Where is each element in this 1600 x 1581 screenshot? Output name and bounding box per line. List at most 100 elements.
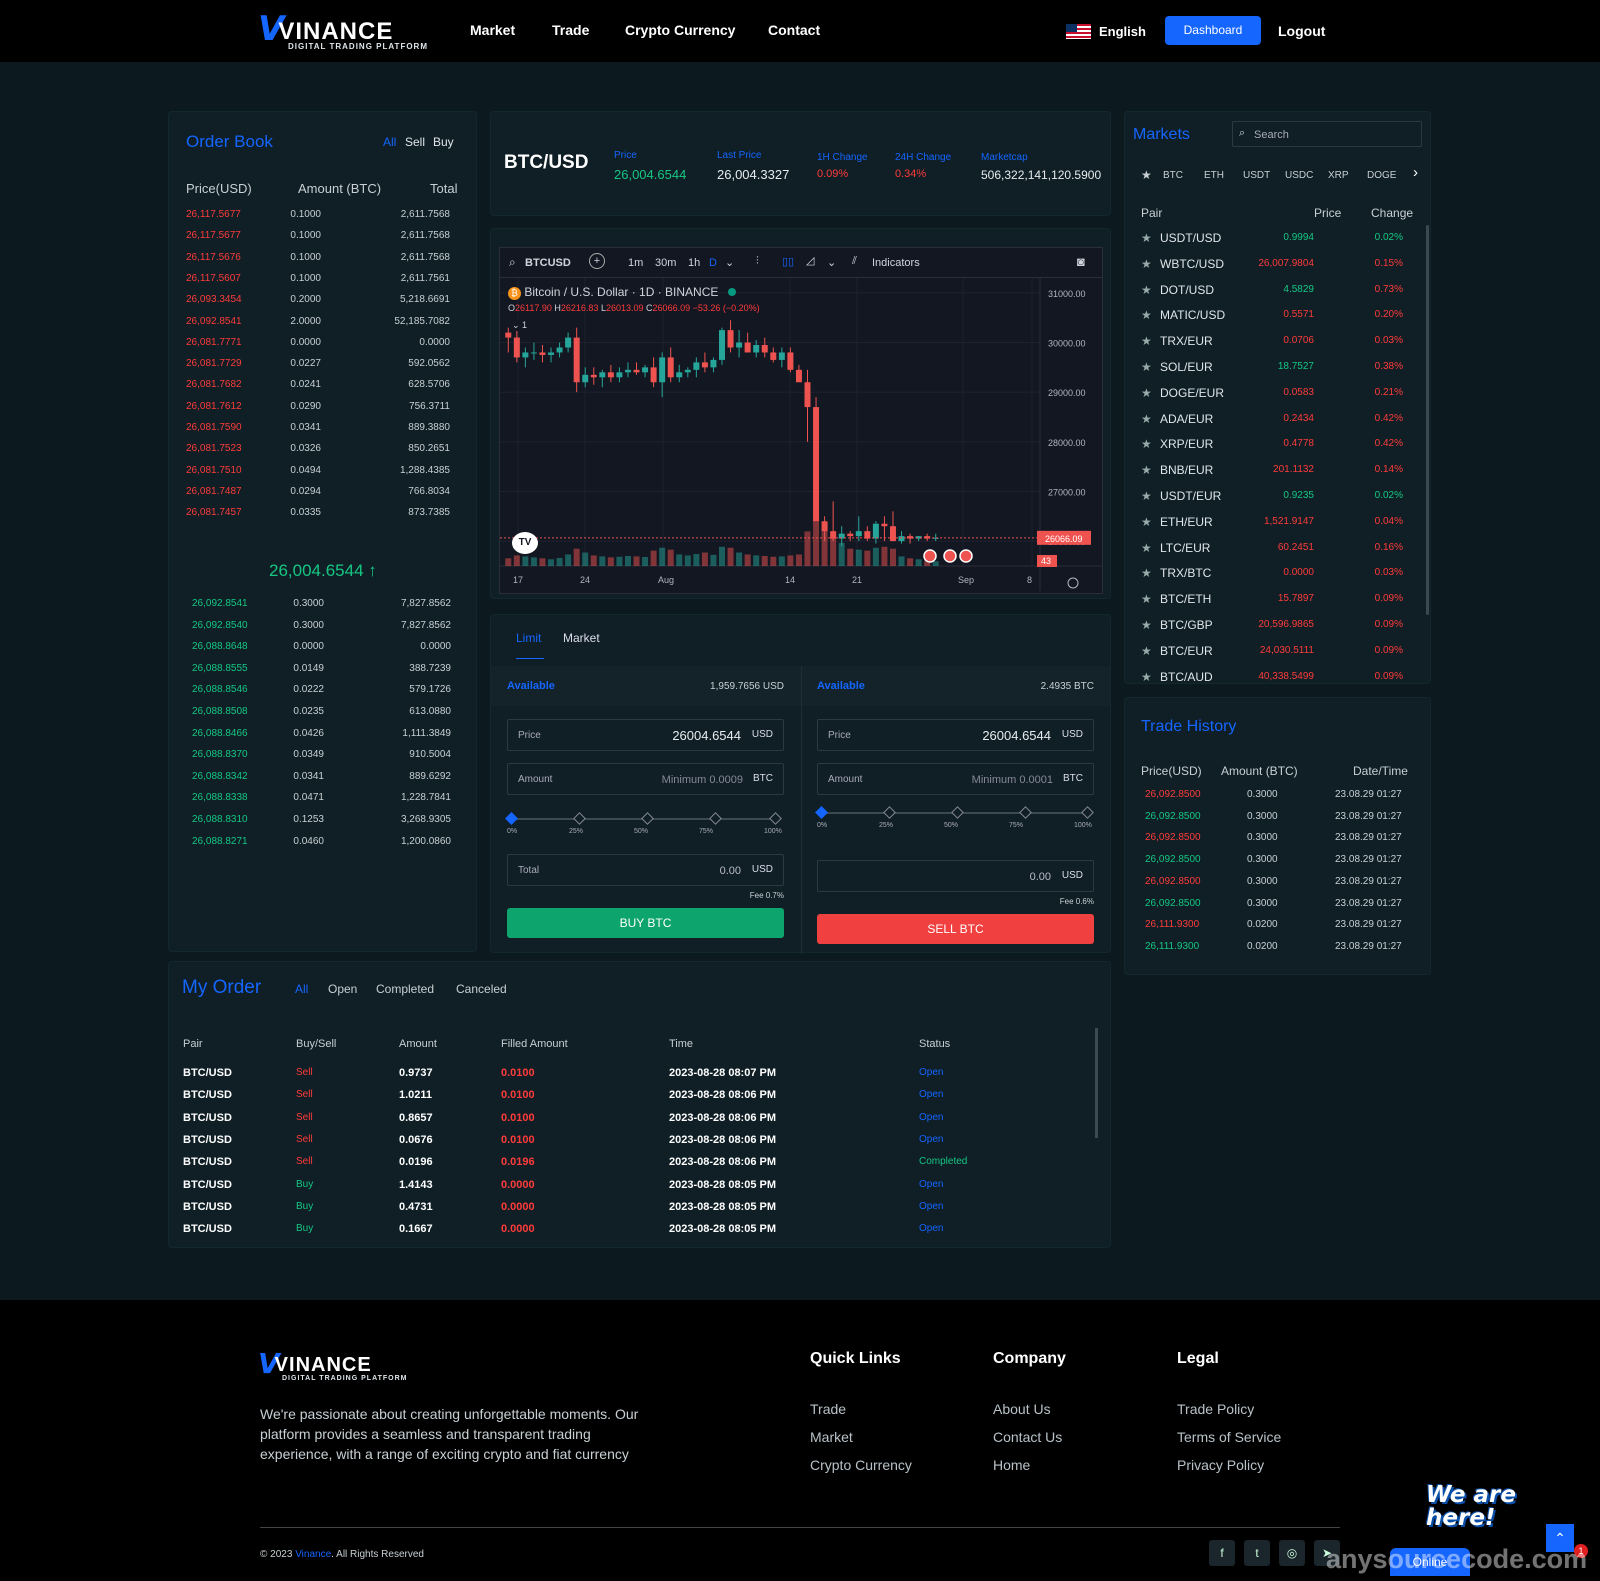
market-tab-usdc[interactable]: USDC (1285, 170, 1313, 181)
market-tab-btc[interactable]: BTC (1163, 170, 1183, 181)
ob-buy-row[interactable]: 26,088.8546 0.0222 579.1726 (192, 684, 452, 705)
buy-total-field[interactable]: Total 0.00 USD (507, 854, 784, 886)
star-icon[interactable]: ★ (1141, 437, 1152, 451)
ob-buy-row[interactable]: 26,088.8508 0.0235 613.0880 (192, 706, 452, 727)
ob-sell-row[interactable]: 26,081.7457 0.0335 873.7385 (186, 507, 451, 528)
footer-link-privacy[interactable]: Privacy Policy (1177, 1457, 1264, 1473)
market-row[interactable]: ★ DOGE/EUR 0.0583 0.21% (1141, 386, 1405, 411)
footer-link-terms[interactable]: Terms of Service (1177, 1429, 1281, 1445)
brand-logo[interactable]: V VINANCE DIGITAL TRADING PLATFORM (258, 12, 427, 51)
ob-buy-row[interactable]: 26,092.8541 0.3000 7,827.8562 (192, 598, 452, 619)
twitter-icon[interactable]: t (1244, 1540, 1270, 1566)
star-icon[interactable]: ★ (1141, 386, 1152, 400)
market-row[interactable]: ★ BTC/GBP 20,596.9865 0.09% (1141, 618, 1405, 643)
candlestick-chart[interactable]: 31000.00 30000.00 29000.00 28000.00 27000.00… (500, 278, 1102, 593)
interval-1h[interactable]: 1h (688, 257, 700, 269)
market-row[interactable]: ★ TRX/BTC 0.0000 0.03% (1141, 566, 1405, 591)
buy-amount-field[interactable]: Amount Minimum 0.0009 BTC (507, 763, 784, 795)
area-style-icon[interactable]: ◿ (806, 254, 814, 267)
star-icon[interactable]: ★ (1141, 618, 1152, 632)
footer-link-trade-policy[interactable]: Trade Policy (1177, 1401, 1254, 1417)
star-icon[interactable]: ★ (1141, 360, 1152, 374)
ob-buy-row[interactable]: 26,088.8342 0.0341 889.6292 (192, 771, 452, 792)
instagram-icon[interactable]: ◎ (1279, 1540, 1305, 1566)
interval-1m[interactable]: 1m (628, 257, 643, 269)
indicators-button[interactable]: Indicators (872, 257, 920, 269)
dashboard-button[interactable]: Dashboard (1165, 16, 1261, 45)
language-selector[interactable]: English (1099, 24, 1146, 39)
market-row[interactable]: ★ SOL/EUR 18.7527 0.38% (1141, 360, 1405, 385)
footer-link-home[interactable]: Home (993, 1457, 1030, 1473)
market-row[interactable]: ★ LTC/EUR 60.2451 0.16% (1141, 541, 1405, 566)
star-icon[interactable]: ★ (1141, 412, 1152, 426)
ob-sell-row[interactable]: 26,081.7682 0.0241 628.5706 (186, 379, 451, 400)
star-icon[interactable]: ★ (1141, 231, 1152, 245)
ob-filter-all[interactable]: All (383, 135, 396, 149)
sell-total-field[interactable]: 0.00 USD (817, 860, 1094, 892)
order-filter-open[interactable]: Open (328, 982, 357, 996)
nav-trade[interactable]: Trade (552, 22, 589, 38)
markets-scrollbar[interactable] (1426, 225, 1429, 615)
footer-link-contact-us[interactable]: Contact Us (993, 1429, 1062, 1445)
ob-sell-row[interactable]: 26,081.7729 0.0227 592.0562 (186, 358, 451, 379)
ob-sell-row[interactable]: 26,117.5677 0.1000 2,611.7568 (186, 209, 451, 230)
star-icon[interactable]: ★ (1141, 257, 1152, 271)
market-row[interactable]: ★ BNB/EUR 201.1132 0.14% (1141, 463, 1405, 488)
market-row[interactable]: ★ BTC/EUR 24,030.5111 0.09% (1141, 644, 1405, 669)
ob-sell-row[interactable]: 26,081.7510 0.0494 1,288.4385 (186, 465, 451, 486)
interval-d[interactable]: D (709, 257, 717, 269)
market-row[interactable]: ★ BTC/ETH 15.7897 0.09% (1141, 592, 1405, 617)
nav-market[interactable]: Market (470, 22, 515, 38)
ob-buy-row[interactable]: 26,088.8310 0.1253 3,268.9305 (192, 814, 452, 835)
ob-buy-row[interactable]: 26,088.8271 0.0460 1,200.0860 (192, 836, 452, 857)
logout-link[interactable]: Logout (1278, 23, 1325, 39)
ob-sell-row[interactable]: 26,117.5677 0.1000 2,611.7568 (186, 230, 451, 251)
footer-link-crypto-currency[interactable]: Crypto Currency (810, 1457, 912, 1473)
buy-price-field[interactable]: Price 26004.6544 USD (507, 719, 784, 751)
nav-contact[interactable]: Contact (768, 22, 820, 38)
market-search-input[interactable]: ⌕ Search (1232, 121, 1422, 147)
star-icon[interactable]: ★ (1141, 489, 1152, 503)
nav-crypto-currency[interactable]: Crypto Currency (625, 22, 735, 38)
camera-icon[interactable]: ◙ (1077, 254, 1085, 269)
order-filter-completed[interactable]: Completed (376, 982, 434, 996)
sell-price-field[interactable]: Price 26004.6544 USD (817, 719, 1094, 751)
star-icon[interactable]: ★ (1141, 283, 1152, 297)
market-row[interactable]: ★ USDT/USD 0.9994 0.02% (1141, 231, 1405, 256)
ob-sell-row[interactable]: 26,081.7771 0.0000 0.0000 (186, 337, 451, 358)
ob-filter-sell[interactable]: Sell (405, 135, 425, 149)
bar-style-icon[interactable]: ⫶ (756, 255, 759, 268)
star-icon[interactable]: ★ (1141, 463, 1152, 477)
star-icon[interactable]: ★ (1141, 566, 1152, 580)
facebook-icon[interactable]: f (1209, 1540, 1235, 1566)
market-tab-usdt[interactable]: USDT (1243, 170, 1270, 181)
market-row[interactable]: ★ MATIC/USD 0.5571 0.20% (1141, 308, 1405, 333)
ob-buy-row[interactable]: 26,088.8370 0.0349 910.5004 (192, 749, 452, 770)
star-icon[interactable]: ★ (1141, 592, 1152, 606)
footer-brand-logo[interactable]: V VINANCE DIGITAL TRADING PLATFORM (258, 1350, 407, 1383)
ob-buy-row[interactable]: 26,088.8338 0.0471 1,228.7841 (192, 792, 452, 813)
ob-sell-row[interactable]: 26,081.7487 0.0294 766.8034 (186, 486, 451, 507)
ob-buy-row[interactable]: 26,088.8648 0.0000 0.0000 (192, 641, 452, 662)
market-row[interactable]: ★ BTC/AUD 40,338.5499 0.09% (1141, 670, 1405, 683)
chart-symbol[interactable]: BTCUSD (525, 257, 571, 269)
ob-buy-row[interactable]: 26,092.8540 0.3000 7,827.8562 (192, 620, 452, 641)
ob-sell-row[interactable]: 26,117.5676 0.1000 2,611.7568 (186, 252, 451, 273)
order-table-scrollbar[interactable] (1095, 1028, 1098, 1138)
ob-buy-row[interactable]: 26,088.8555 0.0149 388.7239 (192, 663, 452, 684)
ob-sell-row[interactable]: 26,081.7590 0.0341 889.3880 (186, 422, 451, 443)
market-tab-xrp[interactable]: XRP (1328, 170, 1349, 181)
market-row[interactable]: ★ ADA/EUR 0.2434 0.42% (1141, 412, 1405, 437)
footer-link-trade[interactable]: Trade (810, 1401, 846, 1417)
sell-amount-field[interactable]: Amount Minimum 0.0001 BTC (817, 763, 1094, 795)
market-row[interactable]: ★ USDT/EUR 0.9235 0.02% (1141, 489, 1405, 514)
ob-sell-row[interactable]: 26,081.7612 0.0290 756.3711 (186, 401, 451, 422)
chevron-down-icon[interactable]: ⌄ (725, 256, 734, 269)
market-row[interactable]: ★ DOT/USD 4.5829 0.73% (1141, 283, 1405, 308)
interval-30m[interactable]: 30m (655, 257, 676, 269)
buy-btc-button[interactable]: BUY BTC (507, 908, 784, 938)
candle-style-icon[interactable]: ▯▯ (782, 255, 794, 268)
ob-sell-row[interactable]: 26,081.7523 0.0326 850.2651 (186, 443, 451, 464)
tradingview-chart[interactable]: ⌕ BTCUSD + 1m 30m 1h D ⌄ ⫶ ▯▯ ◿ ⌄ ⫽ Indi… (499, 247, 1103, 594)
ob-sell-row[interactable]: 26,117.5607 0.1000 2,611.7561 (186, 273, 451, 294)
